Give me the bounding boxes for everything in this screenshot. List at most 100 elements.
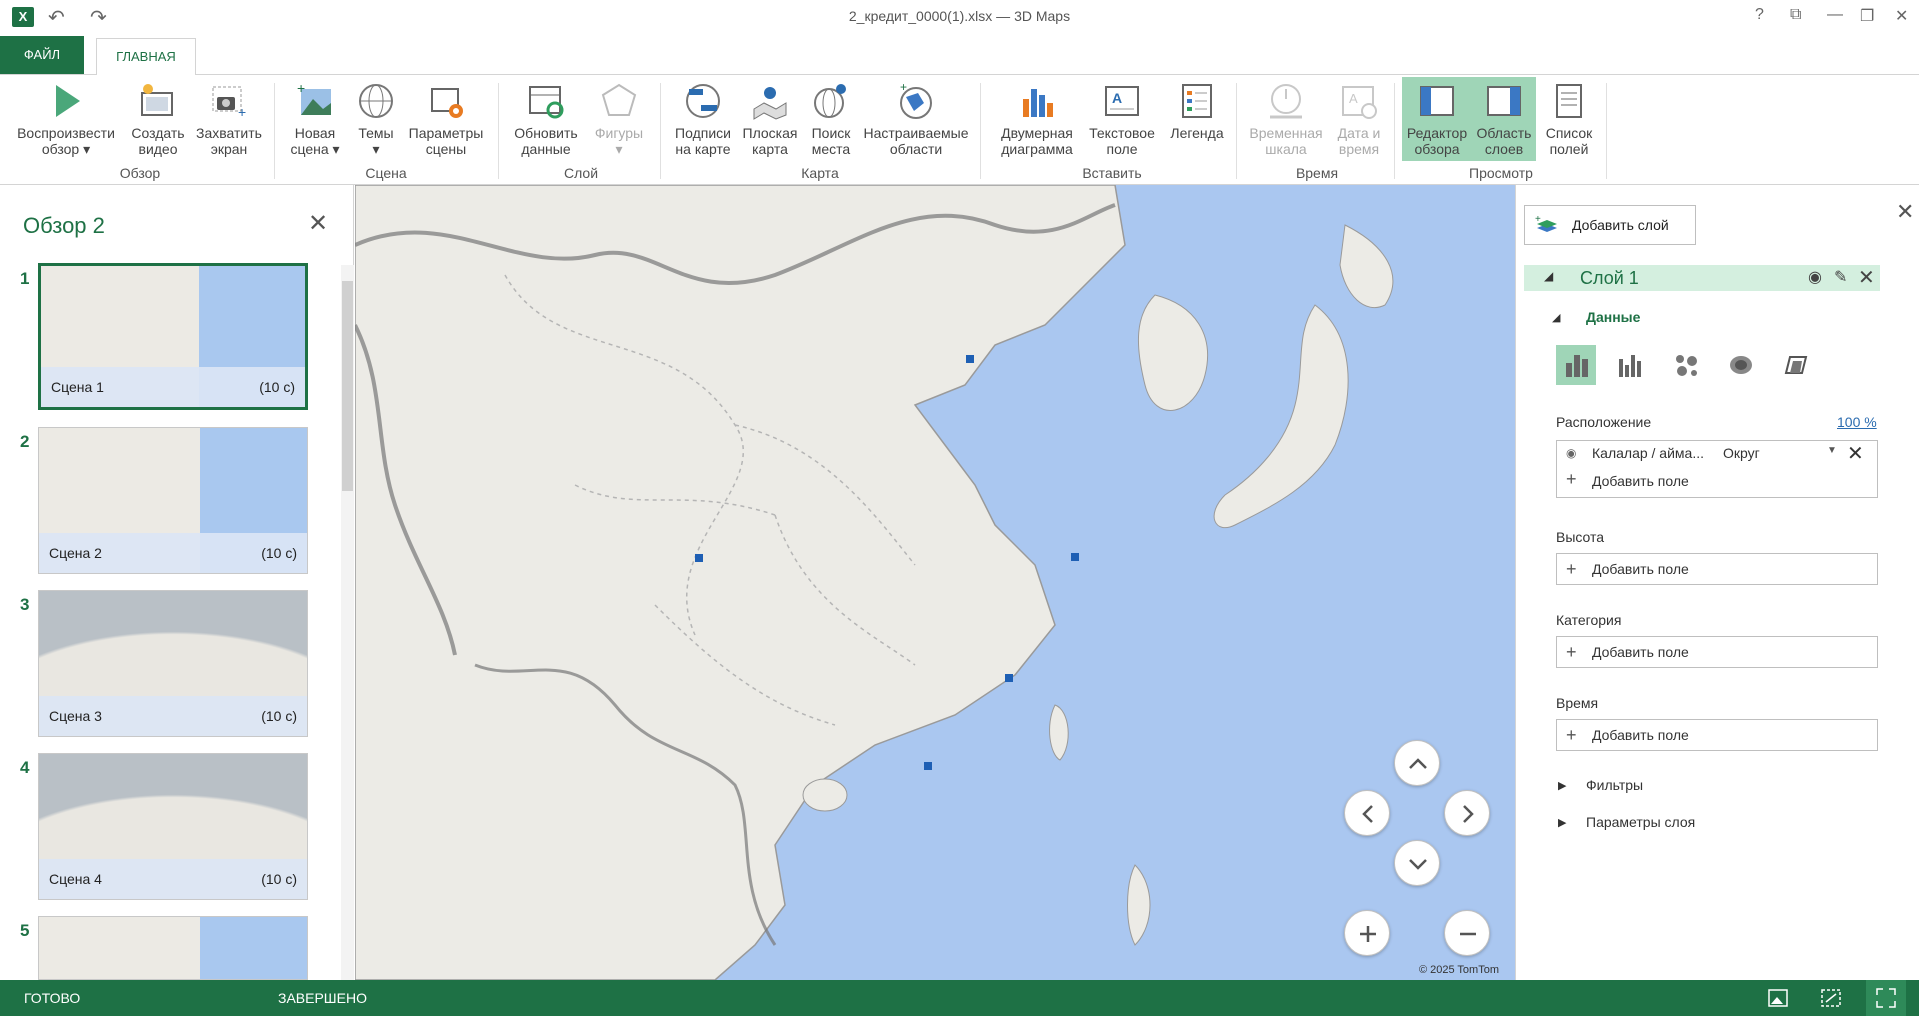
clustered-column-viz-button[interactable]: [1611, 345, 1651, 385]
tilt-down-button[interactable]: [1394, 840, 1440, 886]
svg-text:+: +: [238, 104, 246, 120]
layer-pane-button[interactable]: Область слоев: [1472, 77, 1536, 161]
help-icon[interactable]: ?: [1755, 6, 1764, 24]
category-add-field[interactable]: + Добавить поле: [1556, 636, 1878, 668]
new-scene-label-2: сцена ▾: [290, 141, 340, 157]
tour-scrollbar[interactable]: [341, 265, 354, 980]
close-window-icon[interactable]: ✕: [1895, 6, 1908, 26]
add-layer-button[interactable]: + Добавить слой: [1524, 205, 1696, 245]
tab-home[interactable]: ГЛАВНАЯ: [96, 38, 196, 76]
map-marker[interactable]: [1005, 674, 1013, 682]
refresh-data-button[interactable]: Обновить данные: [508, 81, 584, 157]
delete-layer-icon[interactable]: ✕: [1858, 265, 1875, 290]
fullscreen-button[interactable]: [1866, 980, 1906, 1016]
scene-options-button[interactable]: Параметры сцены: [404, 81, 488, 157]
height-add-field[interactable]: + Добавить поле: [1556, 553, 1878, 585]
map-marker[interactable]: [1071, 553, 1079, 561]
scene-thumbnail-1[interactable]: Сцена 1 (10 с): [38, 263, 308, 410]
time-add-field[interactable]: + Добавить поле: [1556, 719, 1878, 751]
create-video-button[interactable]: Создать видео: [124, 81, 192, 157]
expand-arrow-icon[interactable]: ▶: [1558, 779, 1566, 792]
zoom-in-button[interactable]: [1344, 910, 1390, 956]
scene-thumbnail-5[interactable]: [38, 916, 308, 980]
refresh-data-label: Обновить: [514, 125, 578, 141]
date-time-label: Дата и: [1337, 125, 1381, 141]
new-scene-button[interactable]: + Новая сцена ▾: [284, 81, 346, 157]
close-tour-pane-icon[interactable]: ✕: [308, 209, 328, 238]
date-time-button[interactable]: A Дата и время: [1328, 81, 1390, 157]
screenshot-icon[interactable]: [1767, 988, 1789, 1008]
play-icon: [56, 85, 80, 117]
custom-regions-label-2: области: [889, 141, 943, 157]
plus-icon[interactable]: +: [1566, 469, 1577, 490]
map-view[interactable]: © 2025 TomTom: [355, 185, 1515, 980]
eye-icon[interactable]: ◉: [1808, 267, 1822, 287]
timeline-button[interactable]: Временная шкала: [1244, 81, 1328, 157]
map-marker[interactable]: [924, 762, 932, 770]
restore-ribbon-icon[interactable]: ⧉: [1790, 6, 1801, 24]
group-label-view: Просмотр: [1469, 165, 1533, 181]
text-box-button[interactable]: A Текстовое поле: [1082, 81, 1162, 157]
map-labels-button[interactable]: Подписи на карте: [668, 81, 738, 157]
remove-field-icon[interactable]: ✕: [1847, 441, 1864, 466]
scene-thumbnail-2[interactable]: Сцена 2 (10 с): [38, 427, 308, 574]
scrollbar-thumb[interactable]: [342, 281, 353, 491]
chevron-down-icon[interactable]: ▼: [1827, 445, 1837, 456]
group-separator: [980, 83, 981, 179]
stacked-column-viz-button[interactable]: [1556, 345, 1596, 385]
fit-window-icon[interactable]: [1820, 988, 1842, 1008]
bubble-viz-button[interactable]: [1666, 345, 1706, 385]
find-location-button[interactable]: Поиск места: [802, 81, 860, 157]
themes-button[interactable]: Темы ▾: [350, 81, 402, 157]
legend-button[interactable]: Легенда: [1164, 81, 1230, 141]
expand-arrow-icon[interactable]: ▶: [1558, 816, 1566, 829]
svg-text:+: +: [297, 81, 305, 96]
map-marker[interactable]: [966, 355, 974, 363]
height-label: Высота: [1556, 529, 1605, 545]
region-viz-button[interactable]: [1776, 345, 1816, 385]
scene-caption: Сцена 1 (10 с): [41, 367, 305, 407]
add-layer-icon: +: [1535, 214, 1557, 232]
scene-duration: (10 с): [261, 545, 297, 561]
refresh-icon: [529, 86, 564, 119]
map-marker[interactable]: [695, 554, 703, 562]
map-labels-label-2: на карте: [675, 141, 731, 157]
map-labels-label: Подписи: [675, 125, 731, 141]
location-confidence-link[interactable]: 100 %: [1837, 414, 1877, 430]
map-canvas[interactable]: [355, 185, 1515, 980]
capture-screen-button[interactable]: + Захватить экран: [192, 81, 266, 157]
pencil-icon[interactable]: ✎: [1834, 267, 1847, 287]
heatmap-viz-button[interactable]: [1721, 345, 1761, 385]
textbox-icon: A: [1105, 86, 1139, 116]
collapse-arrow-icon[interactable]: ◢: [1544, 269, 1553, 283]
bubble-icon: [1676, 355, 1697, 376]
rotate-left-button[interactable]: [1344, 790, 1390, 836]
filters-section[interactable]: Фильтры: [1586, 777, 1643, 793]
tab-file[interactable]: ФАЙЛ: [0, 36, 84, 74]
field-list-button[interactable]: Список полей: [1538, 81, 1600, 157]
rotate-right-button[interactable]: [1444, 790, 1490, 836]
2d-chart-button[interactable]: Двумерная диаграмма: [994, 81, 1080, 157]
layer-options-section[interactable]: Параметры слоя: [1586, 814, 1695, 830]
layer-header[interactable]: ◢ Слой 1 ◉ ✎ ✕: [1524, 265, 1880, 291]
play-tour-button[interactable]: Воспроизвести обзор ▾: [14, 81, 118, 157]
scene-thumbnail-3[interactable]: Сцена 3 (10 с): [38, 590, 308, 737]
tilt-up-button[interactable]: [1394, 740, 1440, 786]
tour-editor-pane: Обзор 2 ✕ 1 Сцена 1 (10 с) 2 Сцена 2 (10 с…: [0, 185, 354, 980]
flat-map-button[interactable]: Плоская карта: [738, 81, 802, 157]
scene-thumbnail-4[interactable]: Сцена 4 (10 с): [38, 753, 308, 900]
maximize-icon[interactable]: ❐: [1860, 6, 1874, 26]
location-type-select[interactable]: Округ: [1723, 445, 1760, 461]
category-label: Категория: [1556, 612, 1622, 628]
group-separator: [1394, 83, 1395, 179]
zoom-out-button[interactable]: [1444, 910, 1490, 956]
add-field-link[interactable]: Добавить поле: [1592, 473, 1689, 489]
radio-icon[interactable]: ◉: [1566, 446, 1576, 460]
close-layer-pane-icon[interactable]: ✕: [1896, 199, 1914, 225]
tour-editor-button[interactable]: Редактор обзора: [1402, 77, 1472, 161]
shapes-button[interactable]: Фигуры ▾: [584, 81, 654, 157]
scene-caption: Сцена 3 (10 с): [39, 696, 307, 736]
minimize-icon[interactable]: —: [1827, 6, 1843, 24]
collapse-arrow-icon[interactable]: ◢: [1552, 311, 1560, 324]
custom-regions-button[interactable]: + Настраиваемые области: [860, 81, 972, 157]
